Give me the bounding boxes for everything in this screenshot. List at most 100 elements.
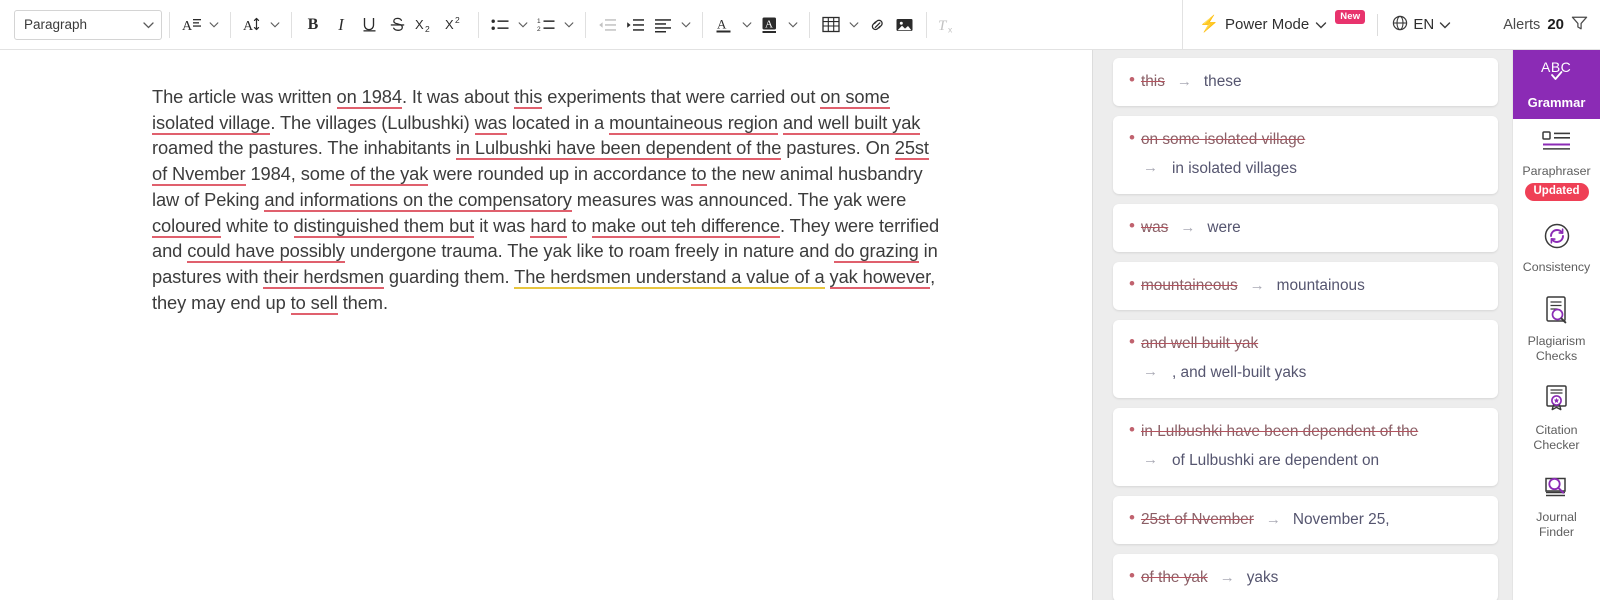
suggestion-replacement-text[interactable]: were: [1207, 219, 1240, 237]
suggestion-card[interactable]: • on some isolated village → in isolated vi…: [1113, 116, 1498, 194]
bold-button[interactable]: B: [299, 10, 327, 40]
clear-formatting-icon[interactable]: T x: [934, 10, 964, 40]
rail-item-consistency[interactable]: Consistency: [1513, 211, 1600, 285]
suggestion-card[interactable]: • mountaineous → mountainous: [1113, 262, 1498, 310]
arrow-icon: →: [1143, 159, 1158, 176]
font-family-icon[interactable]: A: [177, 10, 205, 40]
numbered-list-icon[interactable]: 1 2: [532, 10, 560, 40]
rail-item-journal-finder[interactable]: Journal Finder: [1513, 463, 1600, 550]
grammar-issue-span[interactable]: mountaineous region: [609, 111, 778, 135]
link-icon[interactable]: [863, 10, 891, 40]
font-size-chevron-down-icon[interactable]: [266, 10, 284, 40]
suggestion-replacement-text[interactable]: in isolated villages: [1172, 158, 1297, 179]
text-color-chevron-down-icon[interactable]: [738, 10, 756, 40]
subscript-button[interactable]: X 2: [411, 10, 441, 40]
superscript-button[interactable]: X 2: [441, 10, 471, 40]
strikethrough-button[interactable]: [383, 10, 411, 40]
plain-text-span: The article was written: [152, 86, 337, 107]
grammar-issue-span[interactable]: could have possibly: [187, 240, 345, 264]
align-group[interactable]: [649, 10, 695, 40]
grammar-issue-span[interactable]: do grazing: [834, 240, 919, 264]
indent-icon[interactable]: [621, 10, 649, 40]
document-text[interactable]: The article was written on 1984. It was …: [152, 84, 942, 315]
grammar-issue-span[interactable]: was: [474, 111, 507, 135]
language-selector[interactable]: EN: [1392, 15, 1451, 35]
rail-item-paraphraser[interactable]: Paraphraser Updated: [1513, 119, 1600, 211]
svg-text:T: T: [938, 18, 948, 34]
bulleted-list-group[interactable]: [486, 10, 532, 40]
filter-icon[interactable]: [1571, 15, 1588, 35]
grammar-issue-span[interactable]: and well built yak: [782, 111, 920, 135]
suggestion-original-text: mountaineous: [1140, 277, 1238, 294]
suggestion-replacement-row: → , and well-built yaks: [1129, 362, 1482, 383]
rail-item-citation-checker[interactable]: Citation Checker: [1513, 374, 1600, 463]
table-group[interactable]: [817, 10, 863, 40]
plain-text-span: . It was about: [401, 86, 515, 107]
suggestion-replacement-text[interactable]: November 25,: [1293, 511, 1390, 529]
image-icon[interactable]: [891, 10, 919, 40]
plain-text-span: white to: [221, 214, 294, 236]
bulleted-list-chevron-down-icon[interactable]: [514, 10, 532, 40]
top-bar-right: ⚡ Power Mode New EN Alerts 20: [1182, 0, 1600, 49]
grammar-issue-span[interactable]: distinguished them but: [293, 214, 474, 238]
power-mode-label: Power Mode: [1225, 16, 1310, 33]
numbered-list-group[interactable]: 1 2: [532, 10, 578, 40]
suggestion-replacement-text[interactable]: mountainous: [1277, 277, 1365, 295]
table-icon[interactable]: [817, 10, 845, 40]
align-icon[interactable]: [649, 10, 677, 40]
suggestion-card[interactable]: • this → these: [1113, 58, 1498, 106]
font-family-chevron-down-icon[interactable]: [205, 10, 223, 40]
grammar-issue-span[interactable]: in Lulbushki have been dependent of the: [455, 137, 781, 161]
font-size-icon[interactable]: A: [238, 10, 266, 40]
bulleted-list-icon[interactable]: [486, 10, 514, 40]
suggestion-replacement-text[interactable]: , and well-built yaks: [1172, 362, 1306, 383]
editor-area[interactable]: The article was written on 1984. It was …: [0, 50, 1092, 600]
suggestion-card[interactable]: • was → were: [1113, 204, 1498, 252]
grammar-issue-span[interactable]: to: [691, 163, 707, 187]
grammar-issue-span[interactable]: make out teh difference: [591, 214, 780, 238]
highlight-color-icon[interactable]: A: [756, 10, 784, 40]
rail-item-grammar[interactable]: ABC Grammar: [1513, 50, 1600, 119]
grammar-issue-span[interactable]: yak however: [829, 265, 930, 289]
grammar-issue-span[interactable]: this: [514, 86, 542, 109]
grammar-issue-span[interactable]: hard: [530, 214, 567, 238]
italic-button[interactable]: I: [327, 10, 355, 40]
highlight-color-group[interactable]: A: [756, 10, 802, 40]
style-issue-span[interactable]: The herdsmen understand a value of a: [514, 265, 825, 289]
font-family-group[interactable]: A: [177, 10, 223, 40]
grammar-issue-span[interactable]: of the yak: [350, 163, 428, 187]
outdent-icon[interactable]: [593, 10, 621, 40]
suggestion-replacement-text[interactable]: of Lulbushki are dependent on: [1172, 450, 1379, 471]
suggestion-replacement-text[interactable]: these: [1204, 73, 1242, 91]
suggestion-card[interactable]: • of the yak → yaks: [1113, 554, 1498, 600]
suggestion-card[interactable]: • and well built yak → , and well-built yak…: [1113, 320, 1498, 398]
grammar-issue-span[interactable]: coloured: [152, 214, 221, 238]
underline-button[interactable]: [355, 10, 383, 40]
plain-text-span: were rounded up in accordance: [428, 163, 692, 185]
grammar-issue-span[interactable]: their herdsmen: [263, 265, 384, 289]
highlight-color-chevron-down-icon[interactable]: [784, 10, 802, 40]
grammar-issue-span[interactable]: and informations on the compensatory: [264, 188, 572, 212]
issue-dot-icon: •: [1129, 274, 1135, 293]
suggestion-card[interactable]: • 25st of Nvember → November 25,: [1113, 496, 1498, 544]
main-body: The article was written on 1984. It was …: [0, 50, 1600, 600]
font-size-group[interactable]: A: [238, 10, 284, 40]
table-chevron-down-icon[interactable]: [845, 10, 863, 40]
power-mode-new-badge: New: [1335, 9, 1366, 24]
power-mode-button[interactable]: ⚡ Power Mode New: [1199, 9, 1366, 33]
text-color-icon[interactable]: A: [710, 10, 738, 40]
issue-dot-icon: •: [1129, 128, 1135, 147]
grammar-issue-span[interactable]: on 1984: [336, 86, 402, 109]
power-mode-chevron-down-icon[interactable]: [1315, 16, 1327, 33]
issue-dot-icon: •: [1129, 216, 1135, 235]
text-color-group[interactable]: A: [710, 10, 756, 40]
rail-item-plagiarism-checks[interactable]: Plagiarism Checks: [1513, 285, 1600, 374]
paragraph-style-select[interactable]: Paragraph: [14, 9, 162, 40]
suggestion-card[interactable]: • in Lulbushki have been dependent of the…: [1113, 408, 1498, 486]
suggestion-replacement-text[interactable]: yaks: [1247, 569, 1279, 587]
align-chevron-down-icon[interactable]: [677, 10, 695, 40]
paragraph-style-value: Paragraph: [24, 17, 88, 32]
grammar-issue-span[interactable]: to sell: [290, 291, 338, 315]
language-chevron-down-icon[interactable]: [1439, 16, 1451, 33]
numbered-list-chevron-down-icon[interactable]: [560, 10, 578, 40]
